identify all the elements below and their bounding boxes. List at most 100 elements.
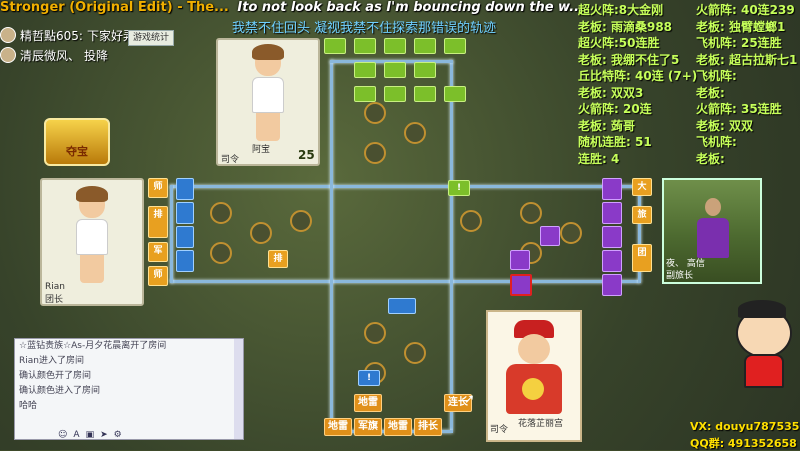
song-lyric: Ito not look back as I'm bouncing down t… xyxy=(237,0,585,15)
stat-line: 老板: 雨滴桑988 xyxy=(578,19,673,34)
game-piece[interactable] xyxy=(414,62,436,78)
stat-line: 老板: 独臂螳螂1 xyxy=(696,19,786,34)
cursor-icon: ➚ xyxy=(464,392,475,407)
chat-scrollbar[interactable] xyxy=(234,339,243,439)
rail-line xyxy=(330,60,333,430)
font-icon[interactable]: A xyxy=(73,430,79,444)
game-piece[interactable] xyxy=(354,38,376,54)
piece-label: 团 xyxy=(632,244,652,272)
game-piece[interactable] xyxy=(444,38,466,54)
avatar xyxy=(0,27,16,43)
piece-label: 旅 xyxy=(632,206,652,224)
mascot-sticker xyxy=(722,290,800,390)
game-piece[interactable] xyxy=(384,62,406,78)
avatar xyxy=(0,47,16,63)
game-piece[interactable] xyxy=(602,178,622,200)
game-piece[interactable] xyxy=(176,202,194,224)
game-piece[interactable] xyxy=(354,86,376,102)
chat-overlay: 精哲點605: 下家好弄 清辰微风、 投降 xyxy=(0,25,135,65)
camp-cell[interactable] xyxy=(250,222,272,244)
stat-line: 老板: 蒟哥 xyxy=(578,118,635,133)
chat-log-line: ☆蓝钻贵族☆As-月夕花晨离开了房间 xyxy=(19,341,167,351)
stat-line: 超火阵:8大金刚 xyxy=(578,3,664,17)
camp-cell[interactable] xyxy=(404,122,426,144)
chat-log-line: 确认颜色开了房间 xyxy=(19,371,92,381)
camp-cell[interactable] xyxy=(364,142,386,164)
piece-label: 排 xyxy=(268,250,288,268)
chat-text: 投降 xyxy=(84,48,109,63)
stat-line: 火箭阵: 35连胜 xyxy=(696,102,782,116)
camp-cell[interactable] xyxy=(460,210,482,232)
camp-cell[interactable] xyxy=(210,242,232,264)
game-piece[interactable] xyxy=(384,38,406,54)
rail-line xyxy=(170,185,173,283)
rail-line xyxy=(450,60,453,430)
game-piece[interactable] xyxy=(602,250,622,272)
stat-line: 火箭阵: 40连239 xyxy=(696,3,795,17)
settings-icon[interactable]: ⚙ xyxy=(114,430,122,444)
game-piece[interactable] xyxy=(176,226,194,248)
game-piece[interactable]: 排长 xyxy=(414,418,442,436)
game-piece[interactable] xyxy=(510,250,530,270)
game-piece[interactable]: ! xyxy=(358,370,380,386)
game-piece[interactable] xyxy=(324,38,346,54)
stat-line: 飞机阵: xyxy=(696,135,737,149)
game-piece[interactable]: 军旗 xyxy=(354,418,382,436)
stat-line: 老板: xyxy=(696,85,725,100)
player-rank: 团长 xyxy=(45,295,64,305)
camp-cell[interactable] xyxy=(560,222,582,244)
camp-cell[interactable] xyxy=(364,102,386,124)
game-piece[interactable] xyxy=(602,202,622,224)
stat-line: 老板: xyxy=(696,151,725,166)
player-avatar xyxy=(76,186,108,283)
player-panel-right[interactable]: 夜、 高信 副旅长 xyxy=(662,178,762,284)
send-icon[interactable]: ➤ xyxy=(100,430,108,444)
game-piece[interactable] xyxy=(354,62,376,78)
game-piece[interactable] xyxy=(414,38,436,54)
stat-line: 连胜: 4 xyxy=(578,151,620,166)
game-piece[interactable] xyxy=(540,226,560,246)
piece-label: 军 xyxy=(148,242,168,262)
chat-user: 清辰微风、 xyxy=(20,48,81,63)
camp-cell[interactable] xyxy=(404,342,426,364)
emoji-icon[interactable]: ☺ xyxy=(58,430,67,444)
camp-cell[interactable] xyxy=(364,322,386,344)
player-photo xyxy=(697,198,729,258)
game-piece[interactable]: 地雷 xyxy=(384,418,412,436)
stat-line: 飞机阵: xyxy=(696,69,737,83)
piece-label: 排 xyxy=(148,206,168,238)
game-piece[interactable] xyxy=(602,274,622,296)
stat-line: 丘比特阵: 40连 (7+) xyxy=(578,69,698,83)
chat-log-line: 哈哈 xyxy=(19,401,38,411)
game-piece[interactable] xyxy=(176,178,194,200)
player-panel-left[interactable]: Rian 团长 xyxy=(40,178,144,306)
camp-cell[interactable] xyxy=(290,210,312,232)
game-piece[interactable]: ! xyxy=(448,180,470,196)
chat-log-line: Rian进入了房间 xyxy=(19,356,84,366)
bomb-marker: ! xyxy=(456,183,462,193)
game-piece[interactable]: 地雷 xyxy=(354,394,382,412)
image-icon[interactable]: ▣ xyxy=(86,430,95,444)
player-name: Rian xyxy=(45,282,65,292)
player-rank: 副旅长 xyxy=(666,271,694,281)
selected-piece[interactable] xyxy=(510,274,532,296)
game-piece[interactable] xyxy=(388,298,416,314)
camp-cell[interactable] xyxy=(520,202,542,224)
game-piece[interactable] xyxy=(602,226,622,248)
stat-line: 老板: 双双 xyxy=(696,118,753,133)
game-piece[interactable] xyxy=(414,86,436,102)
bomb-marker: ! xyxy=(366,373,372,383)
camp-cell[interactable] xyxy=(210,202,232,224)
chat-log[interactable]: ☆蓝钻贵族☆As-月夕花晨离开了房间 Rian进入了房间 确认颜色开了房间 确认… xyxy=(14,338,244,440)
contact-qq: QQ群: 491352658 xyxy=(690,437,797,450)
game-piece[interactable] xyxy=(384,86,406,102)
chat-toolbar: ☺ A ▣ ➤ ⚙ xyxy=(14,430,286,444)
stat-line: 飞机阵: 25连胜 xyxy=(696,36,782,50)
treasure-button[interactable]: 夺宝 xyxy=(44,118,110,166)
stat-line: 随机连胜: 51 xyxy=(578,135,652,149)
game-piece[interactable]: 地雷 xyxy=(324,418,352,436)
song-title: Stronger (Original Edit) - The... xyxy=(0,0,229,15)
game-piece[interactable] xyxy=(176,250,194,272)
chat-user: 精哲點605: xyxy=(20,28,83,43)
game-piece[interactable] xyxy=(444,86,466,102)
